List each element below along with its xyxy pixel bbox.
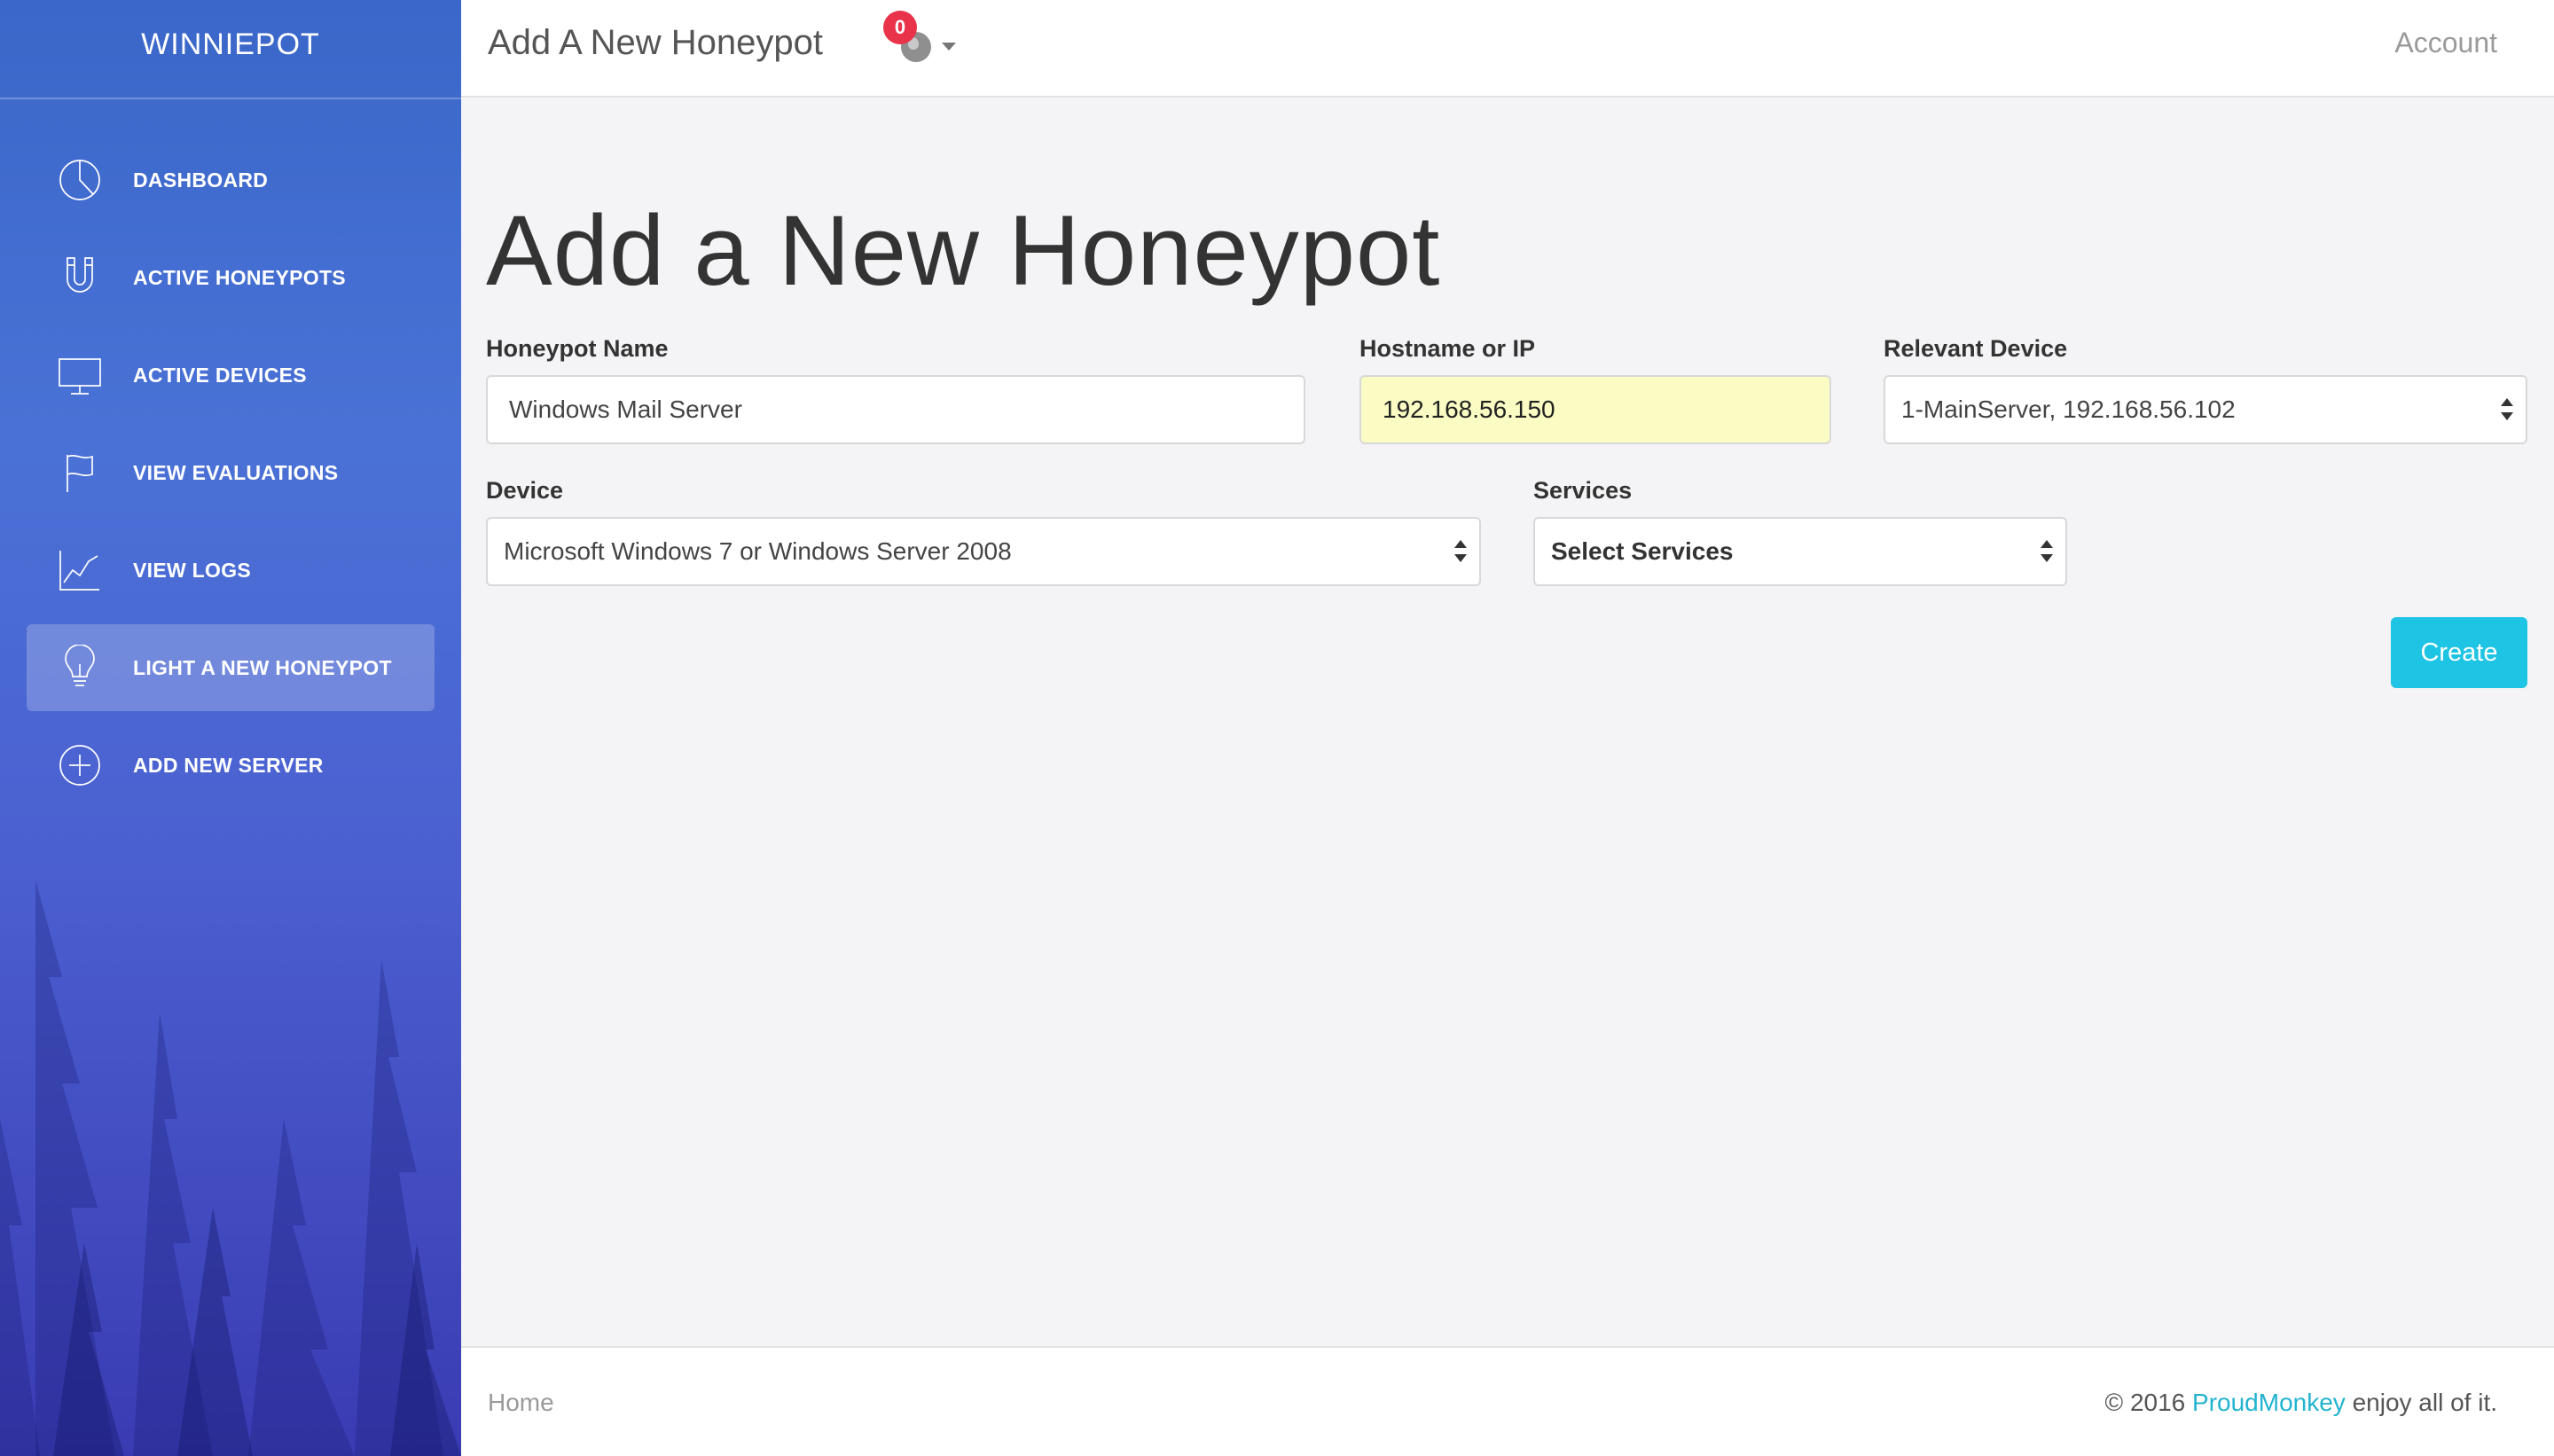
sidebar-item-dashboard[interactable]: DASHBOARD: [27, 137, 435, 223]
form-heading: Add a New Honeypot: [486, 195, 1441, 306]
company-link[interactable]: ProudMonkey: [2192, 1389, 2346, 1416]
sidebar-item-label: VIEW EVALUATIONS: [133, 460, 339, 484]
footer: Home © 2016 ProudMonkey enjoy all of it.: [461, 1346, 2554, 1456]
services-field: Services Select Services: [1533, 477, 2067, 586]
select-arrows-icon: [2501, 398, 2513, 425]
hostname-input[interactable]: 192.168.56.150: [1359, 375, 1831, 444]
footer-copyright: © 2016 ProudMonkey enjoy all of it.: [2105, 1389, 2497, 1417]
lightbulb-icon: [53, 641, 106, 694]
relevant-device-select[interactable]: 1-MainServer, 192.168.56.102: [1884, 375, 2527, 444]
sidebar-item-label: LIGHT A NEW HONEYPOT: [133, 655, 392, 679]
services-value: Select Services: [1551, 537, 1734, 565]
sidebar-item-view-evaluations[interactable]: VIEW EVALUATIONS: [27, 429, 435, 516]
sidebar-item-label: DASHBOARD: [133, 168, 269, 192]
page-title: Add A New Honeypot: [488, 23, 824, 62]
sidebar-nav: DASHBOARD ACTIVE HONEYPOTS ACTIVE DEVICE…: [0, 137, 461, 809]
create-button[interactable]: Create: [2391, 617, 2527, 688]
footer-home-link[interactable]: Home: [488, 1389, 554, 1417]
sidebar-item-active-devices[interactable]: ACTIVE DEVICES: [27, 332, 435, 419]
services-label: Services: [1533, 477, 1633, 504]
copyright-suffix: enjoy all of it.: [2352, 1389, 2497, 1416]
line-chart-icon: [53, 544, 106, 597]
forest-background: [0, 880, 461, 1456]
sidebar: WINNIEPOT DASHBOARD ACTIVE HONEYPOTS ACT…: [0, 0, 461, 1456]
notification-badge: 0: [883, 11, 917, 44]
select-arrows-icon: [2041, 540, 2053, 567]
magnet-icon: [53, 251, 106, 304]
relevant-device-field: Relevant Device 1-MainServer, 192.168.56…: [1884, 335, 2527, 444]
services-select[interactable]: Select Services: [1533, 517, 2067, 586]
account-link[interactable]: Account: [2394, 27, 2497, 59]
honeypot-name-field: Honeypot Name Windows Mail Server: [486, 335, 1305, 444]
plus-circle-icon: [53, 739, 106, 792]
top-bar: Add A New Honeypot 0 Account: [461, 0, 2554, 98]
copyright-prefix: © 2016: [2104, 1389, 2186, 1416]
honeypot-name-input[interactable]: Windows Mail Server: [486, 375, 1305, 444]
device-label: Device: [486, 477, 564, 504]
sidebar-item-label: ACTIVE HONEYPOTS: [133, 265, 346, 289]
sidebar-item-label: VIEW LOGS: [133, 558, 252, 582]
monitor-icon: [53, 348, 106, 402]
notifications-dropdown[interactable]: 0: [878, 11, 958, 73]
relevant-device-label: Relevant Device: [1884, 335, 2068, 362]
hostname-field: Hostname or IP 192.168.56.150: [1359, 335, 1831, 444]
sidebar-item-active-honeypots[interactable]: ACTIVE HONEYPOTS: [27, 234, 435, 321]
sidebar-item-view-logs[interactable]: VIEW LOGS: [27, 527, 435, 614]
hostname-label: Hostname or IP: [1359, 335, 1536, 362]
device-select[interactable]: Microsoft Windows 7 or Windows Server 20…: [486, 517, 1481, 586]
sidebar-item-label: ADD NEW SERVER: [133, 753, 324, 777]
device-field: Device Microsoft Windows 7 or Windows Se…: [486, 477, 1481, 586]
sidebar-item-label: ACTIVE DEVICES: [133, 363, 307, 387]
flag-icon: [53, 446, 106, 499]
brand-logo[interactable]: WINNIEPOT: [0, 0, 461, 99]
device-value: Microsoft Windows 7 or Windows Server 20…: [504, 537, 1012, 565]
pie-chart-icon: [53, 153, 106, 207]
honeypot-name-label: Honeypot Name: [486, 335, 669, 362]
sidebar-item-add-new-server[interactable]: ADD NEW SERVER: [27, 722, 435, 809]
select-arrows-icon: [1454, 540, 1467, 567]
chevron-down-icon: [942, 43, 956, 51]
sidebar-item-light-new-honeypot[interactable]: LIGHT A NEW HONEYPOT: [27, 624, 435, 711]
relevant-device-value: 1-MainServer, 192.168.56.102: [1901, 395, 2236, 423]
